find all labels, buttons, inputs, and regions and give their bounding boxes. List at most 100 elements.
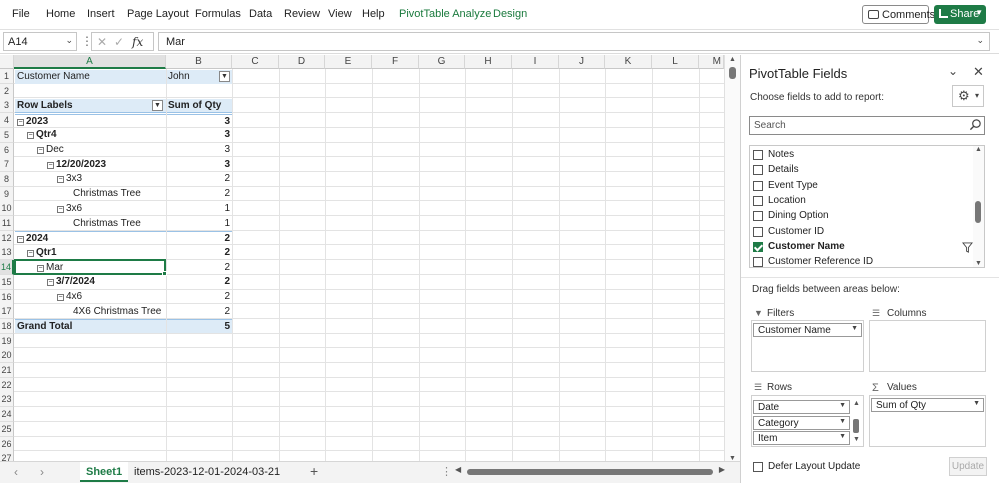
- column-header-i[interactable]: I: [512, 55, 559, 69]
- scroll-thumb[interactable]: [975, 201, 981, 223]
- pivot-row-value[interactable]: 3: [167, 113, 232, 128]
- sheet-tab-items[interactable]: items-2023-12-01-2024-03-21: [128, 462, 286, 482]
- rows-area-scrollbar[interactable]: ▲ ▼: [852, 400, 861, 448]
- column-header-c[interactable]: C: [232, 55, 279, 69]
- formula-input[interactable]: Mar ⌄: [158, 32, 990, 51]
- scroll-thumb[interactable]: [467, 469, 713, 475]
- row-header[interactable]: 17: [0, 304, 14, 320]
- row-header[interactable]: 22: [0, 377, 14, 393]
- scroll-up-icon[interactable]: ▲: [975, 146, 982, 153]
- row-header[interactable]: 18: [0, 318, 14, 334]
- pivot-filter-label[interactable]: Customer Name: [15, 70, 166, 84]
- collapse-icon[interactable]: −: [47, 279, 54, 287]
- chevron-down-icon[interactable]: ▼: [973, 400, 980, 407]
- pivot-row-value[interactable]: 1: [167, 202, 232, 216]
- pivot-row-label[interactable]: −12/20/2023: [15, 158, 166, 172]
- pivot-row-label[interactable]: − Qtr1: [15, 246, 166, 260]
- row-header[interactable]: 9: [0, 186, 14, 202]
- column-header-l[interactable]: L: [652, 55, 699, 69]
- collapse-icon[interactable]: −: [57, 294, 64, 301]
- comments-button[interactable]: Comments: [862, 5, 935, 24]
- field-checkbox[interactable]: [753, 165, 763, 176]
- row-labels-dropdown-icon[interactable]: ▼: [152, 100, 163, 111]
- scroll-thumb[interactable]: [729, 67, 736, 79]
- pivot-row-labels-header[interactable]: Row Labels: [15, 99, 166, 113]
- field-checkbox[interactable]: [753, 195, 763, 206]
- field-item[interactable]: Location: [753, 194, 973, 209]
- column-header-b[interactable]: B: [166, 55, 232, 69]
- row-header[interactable]: 19: [0, 333, 14, 349]
- collapse-icon[interactable]: −: [57, 205, 64, 213]
- column-header-d[interactable]: D: [279, 55, 325, 69]
- field-checkbox[interactable]: [753, 180, 763, 191]
- collapse-icon[interactable]: −: [17, 118, 24, 126]
- column-header-e[interactable]: E: [325, 55, 372, 69]
- tab-review[interactable]: Review: [284, 8, 320, 20]
- field-list[interactable]: Notes Details Event Type Location Dining Opt…: [749, 145, 985, 268]
- rows-item-item[interactable]: Item ▼: [753, 431, 850, 445]
- filters-area[interactable]: Customer Name ▼: [751, 320, 864, 372]
- scroll-down-icon[interactable]: ▼: [975, 260, 982, 267]
- horizontal-scrollbar[interactable]: ◀ ▶: [455, 465, 725, 477]
- values-area[interactable]: Sum of Qty ▼: [869, 395, 986, 447]
- pivot-row-label[interactable]: − Qtr4: [15, 128, 166, 142]
- chevron-down-icon[interactable]: ▼: [839, 433, 846, 440]
- pivot-row-value[interactable]: 2: [167, 231, 232, 245]
- row-header[interactable]: 1: [0, 69, 14, 84]
- tab-pivottable-analyze[interactable]: PivotTable Analyze: [399, 8, 491, 20]
- pivot-row-value[interactable]: 2: [167, 246, 232, 260]
- enter-icon[interactable]: ✓: [114, 35, 124, 49]
- row-header[interactable]: 11: [0, 216, 14, 231]
- row-header[interactable]: 23: [0, 392, 14, 408]
- row-header[interactable]: 24: [0, 407, 14, 423]
- column-header-h[interactable]: H: [465, 55, 512, 69]
- tab-split-handle-icon[interactable]: ⋮: [441, 465, 452, 478]
- columns-area[interactable]: [869, 320, 986, 372]
- collapse-icon[interactable]: −: [27, 132, 34, 140]
- rows-item-date[interactable]: Date ▼: [753, 400, 850, 414]
- add-sheet-button[interactable]: +: [310, 463, 318, 479]
- prev-sheet-icon[interactable]: ‹: [14, 465, 18, 479]
- tab-design[interactable]: Design: [493, 8, 527, 20]
- field-checkbox[interactable]: [753, 211, 763, 222]
- field-checkbox[interactable]: [753, 150, 763, 160]
- update-button[interactable]: Update: [949, 457, 987, 476]
- collapse-icon[interactable]: −: [37, 147, 44, 154]
- tab-insert[interactable]: Insert: [87, 8, 115, 20]
- scroll-up-icon[interactable]: ▲: [853, 400, 860, 407]
- row-header[interactable]: 5: [0, 127, 14, 143]
- pivot-row-label[interactable]: −4x6: [15, 290, 166, 304]
- row-header[interactable]: 21: [0, 363, 14, 378]
- pivot-row-value[interactable]: 3: [167, 143, 232, 157]
- sheet-tab-sheet1[interactable]: Sheet1: [80, 462, 129, 482]
- pivot-row-value[interactable]: 2: [167, 290, 232, 304]
- rows-item-category[interactable]: Category ▼: [753, 416, 850, 430]
- column-header-k[interactable]: K: [605, 55, 652, 69]
- field-checkbox[interactable]: [753, 241, 763, 252]
- chevron-down-icon[interactable]: ▼: [851, 325, 858, 332]
- chevron-down-icon[interactable]: ▾: [977, 7, 982, 18]
- pivot-row-value[interactable]: 2: [167, 261, 232, 275]
- row-header[interactable]: 8: [0, 171, 14, 187]
- pivot-row-value[interactable]: 1: [167, 217, 232, 231]
- column-header-a[interactable]: A: [14, 55, 166, 69]
- row-header[interactable]: 12: [0, 230, 14, 246]
- field-checkbox[interactable]: [753, 226, 763, 237]
- scroll-down-icon[interactable]: ▼: [853, 436, 860, 443]
- values-item-sum-of-qty[interactable]: Sum of Qty ▼: [871, 398, 984, 412]
- pivot-row-value[interactable]: 3: [167, 128, 232, 142]
- row-header[interactable]: 25: [0, 421, 14, 437]
- field-search-input[interactable]: Search: [749, 116, 985, 135]
- collapse-icon[interactable]: −: [17, 236, 24, 244]
- row-header[interactable]: 15: [0, 274, 14, 290]
- insert-function-icon[interactable]: fx: [132, 35, 143, 49]
- collapse-icon[interactable]: −: [27, 249, 34, 257]
- filters-item-customer-name[interactable]: Customer Name ▼: [753, 323, 862, 337]
- scroll-right-icon[interactable]: ▶: [719, 465, 725, 474]
- expand-formula-icon[interactable]: ⌄: [976, 35, 984, 46]
- filter-dropdown-icon[interactable]: ▼: [219, 71, 230, 82]
- pivot-row-label[interactable]: 4X6 Christmas Tree: [15, 305, 166, 319]
- pivot-row-value[interactable]: 2: [167, 172, 232, 186]
- search-icon[interactable]: [969, 118, 982, 131]
- rows-area[interactable]: Date ▼ Category ▼ Item ▼: [751, 395, 864, 447]
